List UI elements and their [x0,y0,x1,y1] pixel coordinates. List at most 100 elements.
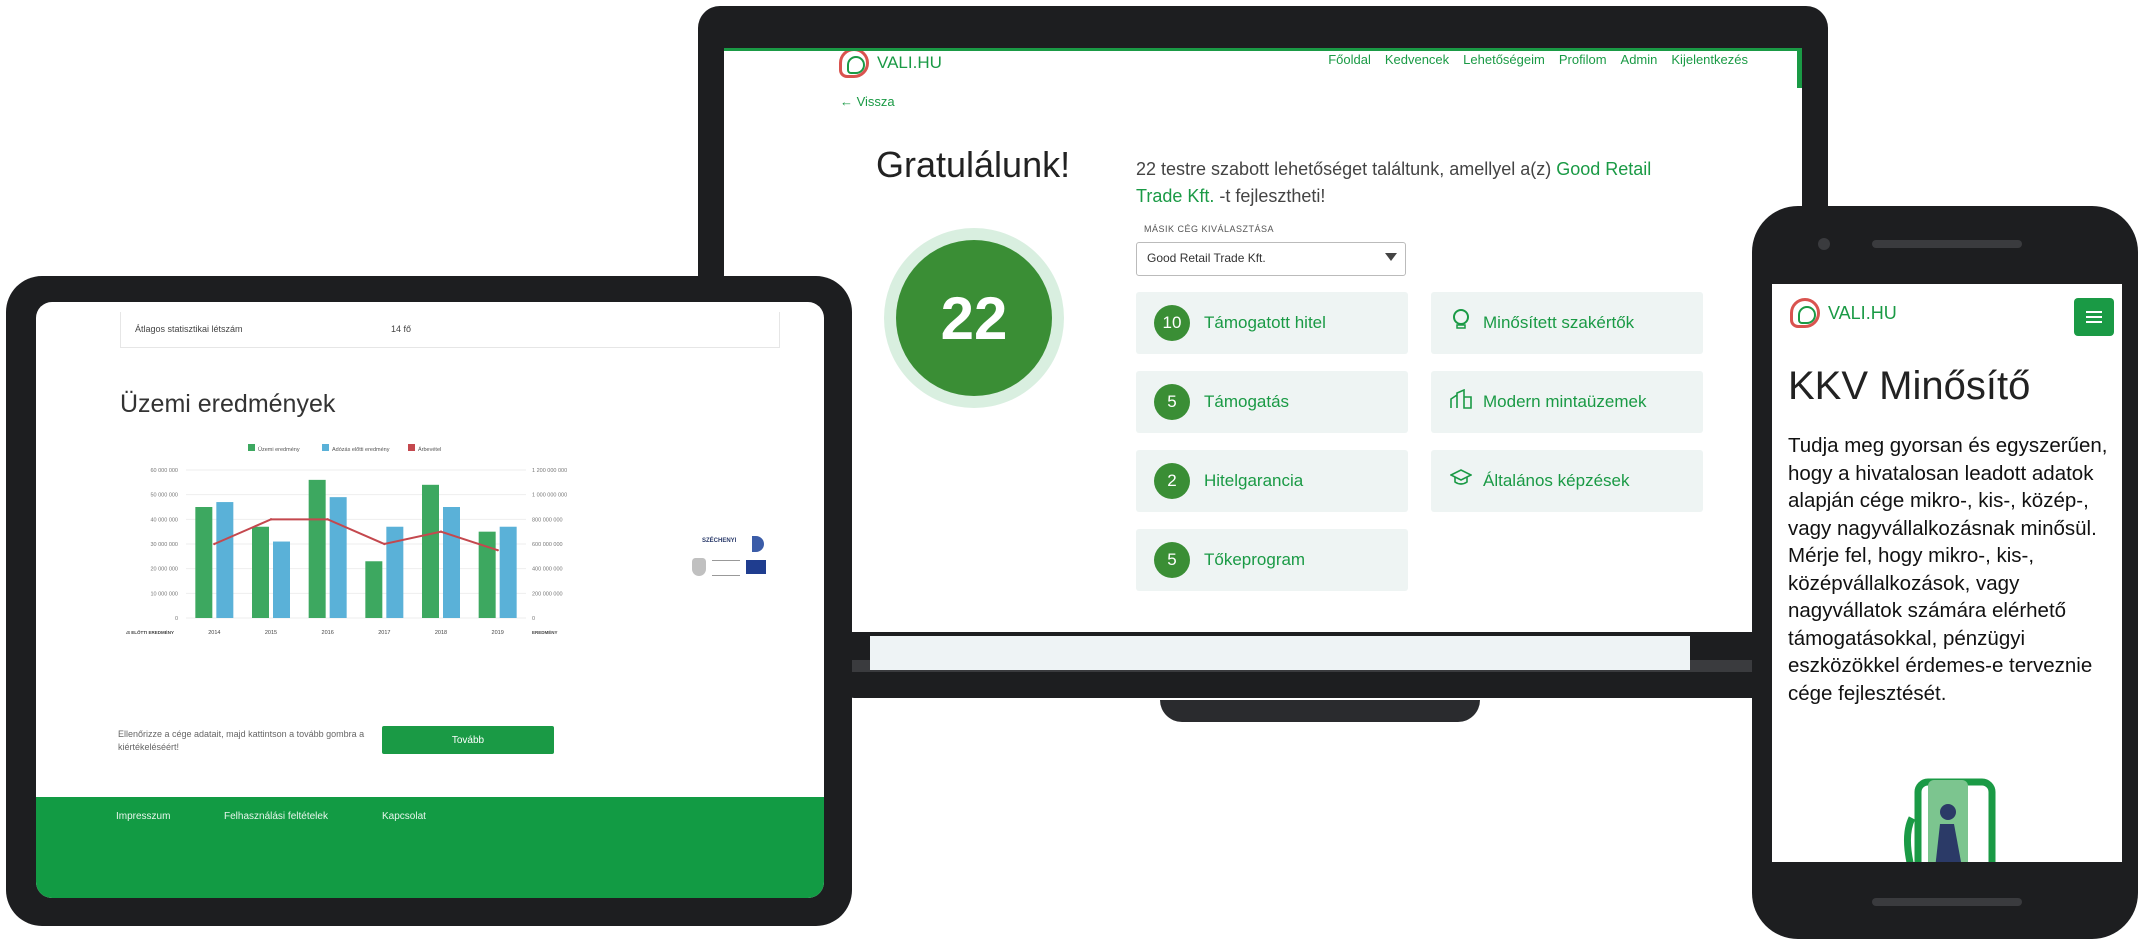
logo-text: VALI.HU [877,53,942,72]
line-point [383,542,386,546]
x-tick: 2015 [265,630,277,636]
x-tick: 2016 [322,630,334,636]
laptop-foot [1160,700,1480,722]
card-grant[interactable]: 5 Támogatás [1136,371,1408,433]
y-tick-right: 800 000 000 [532,517,563,523]
y-tick-right: 1 000 000 000 [532,493,567,499]
card-label: Modern mintaüzemek [1483,392,1647,411]
legend-label: Árbevétel [418,446,441,453]
line-point [439,530,443,533]
graduation-cap-icon [1449,469,1473,493]
company-select[interactable]: Good Retail Trade Kft. [1136,242,1406,276]
laptop-top-accent [724,48,1802,51]
message-prefix: 22 testre szabott lehetőséget találtunk,… [1136,159,1557,179]
x-tick: 2017 [378,630,390,636]
building-icon [1449,388,1473,415]
back-link[interactable]: ← Vissza [840,94,895,109]
y-tick-left: 0 [175,616,178,622]
section-title: Üzemi eredmények [120,390,336,418]
laptop-base [840,672,1800,698]
y-tick-right: 400 000 000 [532,567,563,573]
x-axis-right-label: EREDMÉNY [532,628,558,635]
legend-swatch [408,444,415,451]
eu-flag-icon [746,560,766,574]
camera-icon [1818,238,1830,250]
phone-speaker [1872,240,2022,248]
szechenyi-seal: SZÉCHENYI [666,516,806,656]
count-badge: 2 [1154,463,1190,499]
stat-label: Átlagos statisztikai létszám [135,324,243,334]
intro-text: Tudja meg gyorsan és egyszerűen, hogy a … [1788,434,2108,705]
line-point [496,548,499,552]
legend-swatch [248,444,255,451]
phone-illustration-icon [1904,778,1996,862]
x-tick: 2014 [208,630,220,636]
nav-opportunities[interactable]: Lehetőségeim [1463,52,1545,67]
logo-text: VALI.HU [1828,302,1897,323]
stat-value: 14 fő [391,324,412,334]
site-logo[interactable]: VALI.HU [1790,298,1897,328]
line-point [213,542,216,546]
footer-link-terms[interactable]: Felhasználási feltételek [224,811,328,822]
hamburger-menu-icon[interactable] [2074,298,2114,336]
x-axis-left-label: ADÓZÁS ELŐTTI EREDMÉNY [126,628,174,635]
footer-link-imprint[interactable]: Impresszum [116,811,170,822]
continue-button[interactable]: Tovább [382,726,554,754]
y-tick-left: 10 000 000 [150,591,178,597]
count-badge: 5 [1154,542,1190,578]
card-equity-program[interactable]: 5 Tőkeprogram [1136,529,1408,591]
site-footer: Impresszum Felhasználási feltételek Kapc… [36,797,824,898]
nav-home[interactable]: Főoldal [1328,52,1371,67]
nav-logout[interactable]: Kijelentkezés [1671,52,1748,67]
lightbulb-icon [1449,309,1473,337]
legend-label: Adózás előtti eredmény [332,447,390,453]
chart-bar [195,507,213,618]
nav-profile[interactable]: Profilom [1559,52,1607,67]
card-loan-guarantee[interactable]: 2 Hitelgarancia [1136,450,1408,512]
seal-caption-lines [712,560,740,576]
y-tick-left: 30 000 000 [150,542,178,548]
x-tick: 2019 [492,630,504,636]
instruction-note: Ellenőrizze a cége adatait, majd kattint… [118,729,365,752]
company-select-value: Good Retail Trade Kft. [1147,251,1266,265]
page-title: KKV Minősítő [1788,364,2031,408]
chart-bar [443,507,460,618]
site-logo[interactable]: VALI.HU [839,48,942,78]
y-tick-right: 200 000 000 [532,591,563,597]
card-label: Támogatott hitel [1204,313,1326,332]
caret-down-icon [1385,253,1397,261]
card-label: Minősített szakértők [1483,313,1635,332]
phone-home-bar [1872,898,2022,906]
card-certified-experts[interactable]: Minősített szakértők [1431,292,1703,354]
y-tick-left: 20 000 000 [150,567,178,573]
chart-bar [499,526,517,618]
chart-bar [273,541,290,618]
crest-icon [692,558,706,576]
nav-admin[interactable]: Admin [1621,52,1658,67]
phone-screen: VALI.HU KKV Minősítő Tudja meg gyorsan é… [1772,284,2122,862]
footer-link-contact[interactable]: Kapcsolat [382,811,426,822]
laptop-screen: VALI.HU Főoldal Kedvencek Lehetőségeim P… [724,48,1802,632]
line-point [326,518,329,521]
y-tick-left: 60 000 000 [150,468,178,474]
x-tick: 2018 [435,630,447,636]
seal-emblem-icon [752,536,764,552]
main-nav: Főoldal Kedvencek Lehetőségeim Profilom … [1328,52,1748,67]
nav-favorites[interactable]: Kedvencek [1385,52,1449,67]
y-tick-right: 600 000 000 [532,542,563,548]
chart-bar [422,484,439,618]
card-supported-loan[interactable]: 10 Támogatott hitel [1136,292,1408,354]
count-circle: 22 [896,240,1052,396]
message-suffix: -t fejlesztheti! [1214,186,1326,206]
chart-bar [329,497,347,618]
chart-bar [216,502,234,618]
legend-label: Üzemi eredmény [258,446,300,453]
chart-bar [308,479,326,618]
card-label: Támogatás [1204,392,1290,411]
card-general-trainings[interactable]: Általános képzések [1431,450,1703,512]
legend-swatch [322,444,329,451]
card-model-factories[interactable]: Modern mintaüzemek [1431,371,1703,433]
accent-bar [1797,48,1802,88]
y-tick-left: 40 000 000 [150,517,178,523]
seal-text: SZÉCHENYI [702,538,737,544]
